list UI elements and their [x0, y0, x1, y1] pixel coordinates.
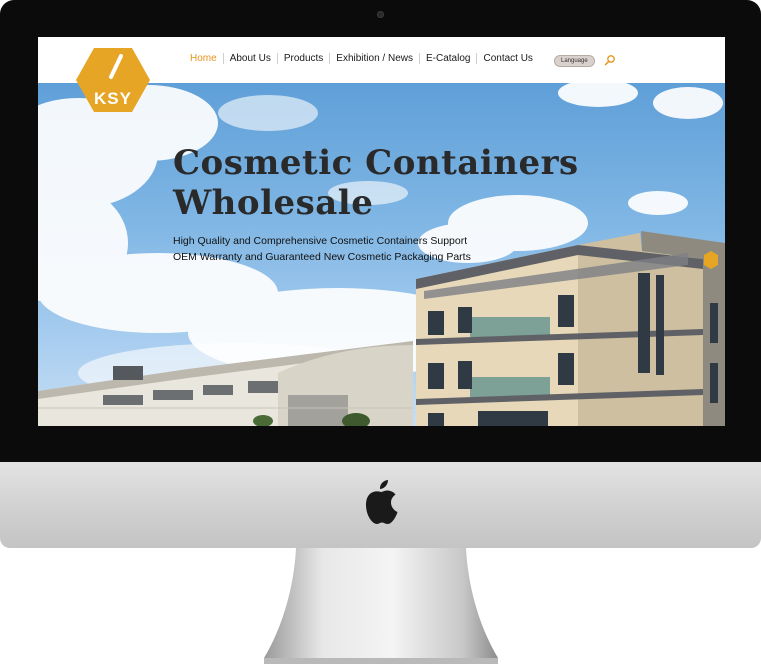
monitor-chin: [0, 462, 761, 548]
monitor-stand: [264, 548, 498, 664]
hero-title: Cosmetic Containers Wholesale: [173, 143, 579, 223]
main-nav: Home About Us Products Exhibition / News…: [184, 53, 539, 64]
nav-contact-us[interactable]: Contact Us: [476, 53, 538, 64]
apple-logo-icon: [366, 480, 398, 524]
imac-mockup: Cosmetic Containers Wholesale High Quali…: [0, 0, 761, 664]
hero-subtitle-line-1: High Quality and Comprehensive Cosmetic …: [173, 235, 468, 247]
hero-subtitle-line-2: OEM Warranty and Guaranteed New Cosmetic…: [173, 251, 471, 263]
ksy-logo[interactable]: KSY: [75, 47, 151, 113]
camera-icon: [377, 11, 384, 18]
logo-text: KSY: [94, 89, 132, 108]
hero-subtitle: High Quality and Comprehensive Cosmetic …: [173, 233, 471, 265]
nav-about-us[interactable]: About Us: [222, 53, 277, 64]
nav-exhibition-news[interactable]: Exhibition / News: [329, 53, 419, 64]
hero-title-line-2: Wholesale: [173, 183, 374, 223]
nav-products[interactable]: Products: [276, 53, 329, 64]
language-button[interactable]: Language: [554, 55, 595, 67]
nav-e-catalog[interactable]: E-Catalog: [419, 53, 476, 64]
hero-banner: Cosmetic Containers Wholesale High Quali…: [38, 83, 725, 426]
website-screen: Cosmetic Containers Wholesale High Quali…: [38, 37, 725, 426]
nav-home[interactable]: Home: [184, 53, 223, 64]
hero-title-line-1: Cosmetic Containers: [173, 143, 579, 183]
search-icon[interactable]: [604, 54, 616, 66]
